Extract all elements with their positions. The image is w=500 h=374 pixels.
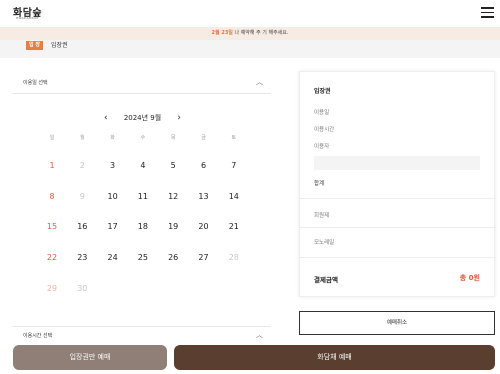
cancel-booking-button[interactable]: 예매취소: [299, 311, 495, 335]
calendar-day[interactable]: 20: [189, 222, 219, 231]
summary-input-box: [314, 156, 480, 170]
divider: [300, 198, 496, 199]
calendar-day[interactable]: 26: [158, 253, 188, 262]
calendar-day: 30: [77, 283, 88, 293]
calendar-day[interactable]: 15: [37, 222, 67, 231]
ticket-badge: 입 장: [26, 41, 43, 50]
weekday-label: 금: [201, 135, 206, 141]
calendar-day[interactable]: 19: [158, 222, 188, 231]
calendar-day[interactable]: 12: [158, 192, 188, 201]
summary-title: 입장권: [314, 88, 331, 95]
summary-row-guests: 이용자: [314, 144, 330, 150]
calendar-day[interactable]: 23: [67, 253, 97, 262]
total-value: 총 0원: [459, 274, 480, 282]
summary-row-date: 이용일: [314, 110, 330, 116]
weekday-label: 토: [231, 135, 237, 141]
calendar-day[interactable]: 16: [67, 222, 97, 231]
ticket-label: 입장권: [51, 42, 68, 49]
calendar-day: 9: [79, 191, 85, 201]
calendar-day[interactable]: 24: [98, 253, 128, 262]
book-button[interactable]: 화담채 예매: [174, 345, 495, 370]
calendar-day[interactable]: 10: [98, 192, 128, 201]
calendar-month-label: 2024년 9월: [123, 114, 162, 122]
calendar-day[interactable]: 1: [37, 161, 67, 170]
calendar-nav: ‹ 2024년 9월 ›: [100, 112, 185, 124]
hamburger-menu-icon[interactable]: [481, 7, 494, 18]
summary-extra-membership: 회원제: [314, 213, 330, 219]
calendar-day[interactable]: 25: [128, 253, 158, 262]
summary-row-time: 이용시간: [314, 127, 335, 133]
ticket-only-button[interactable]: 입장권만 예매: [13, 345, 167, 370]
calendar-day[interactable]: 27: [189, 253, 219, 262]
calendar-day: 2: [79, 161, 85, 170]
calendar-day[interactable]: 8: [37, 192, 67, 201]
booking-summary-panel: 입장권 이용일 이용시간 이용자 합계 회원제 모노레일 결제금액 총 0원: [299, 71, 496, 297]
total-label: 결제금액: [314, 276, 338, 284]
chevron-up-icon[interactable]: ︿: [256, 330, 263, 340]
calendar-day: 29: [46, 283, 58, 293]
weekday-label: 일: [49, 135, 55, 141]
divider: [300, 257, 496, 258]
date-section-label: 이용일 선택: [23, 80, 48, 86]
calendar-day[interactable]: 3: [98, 161, 128, 170]
summary-sum-label: 합계: [314, 181, 325, 187]
calendar-day[interactable]: 18: [128, 222, 158, 231]
calendar-day[interactable]: 6: [189, 161, 219, 170]
calendar-day[interactable]: 17: [98, 222, 128, 231]
calendar-day[interactable]: 11: [128, 192, 158, 201]
notice-text: 나 예약해 주 기 해주세요.: [232, 30, 289, 36]
summary-extra-monorail: 모노레일: [314, 240, 335, 246]
time-section-header[interactable]: 이용시간 선택 ︿: [13, 326, 271, 346]
date-section-header[interactable]: 이용일 선택 ︿: [13, 74, 271, 94]
notice-accent: 2월 23일: [211, 30, 233, 36]
calendar-day[interactable]: 13: [189, 192, 219, 201]
calendar-day[interactable]: 4: [128, 161, 158, 170]
calendar-day[interactable]: 7: [219, 161, 249, 170]
time-section-label: 이용시간 선택: [23, 333, 53, 339]
weekday-label: 월: [79, 135, 85, 141]
logo-subtitle: HWADAMSUP: [16, 16, 39, 20]
calendar-day[interactable]: 5: [158, 161, 188, 170]
divider: [300, 227, 496, 228]
weekday-label: 화: [110, 135, 115, 141]
weekday-label: 수: [140, 135, 146, 141]
notice-banner: 2월 23일 나 예약해 주 기 해주세요.: [0, 27, 500, 40]
calendar-day[interactable]: 22: [37, 253, 67, 262]
calendar-day: 28: [228, 253, 239, 263]
ticket-type-row: 입 장 입장권: [0, 40, 500, 58]
weekday-label: 목: [170, 135, 176, 141]
next-month-icon[interactable]: ›: [177, 112, 181, 124]
chevron-up-icon[interactable]: ︿: [256, 77, 263, 87]
calendar-day[interactable]: 14: [219, 192, 249, 201]
calendar-day[interactable]: 21: [219, 222, 249, 231]
header: 화담숲 HWADAMSUP: [0, 0, 500, 26]
